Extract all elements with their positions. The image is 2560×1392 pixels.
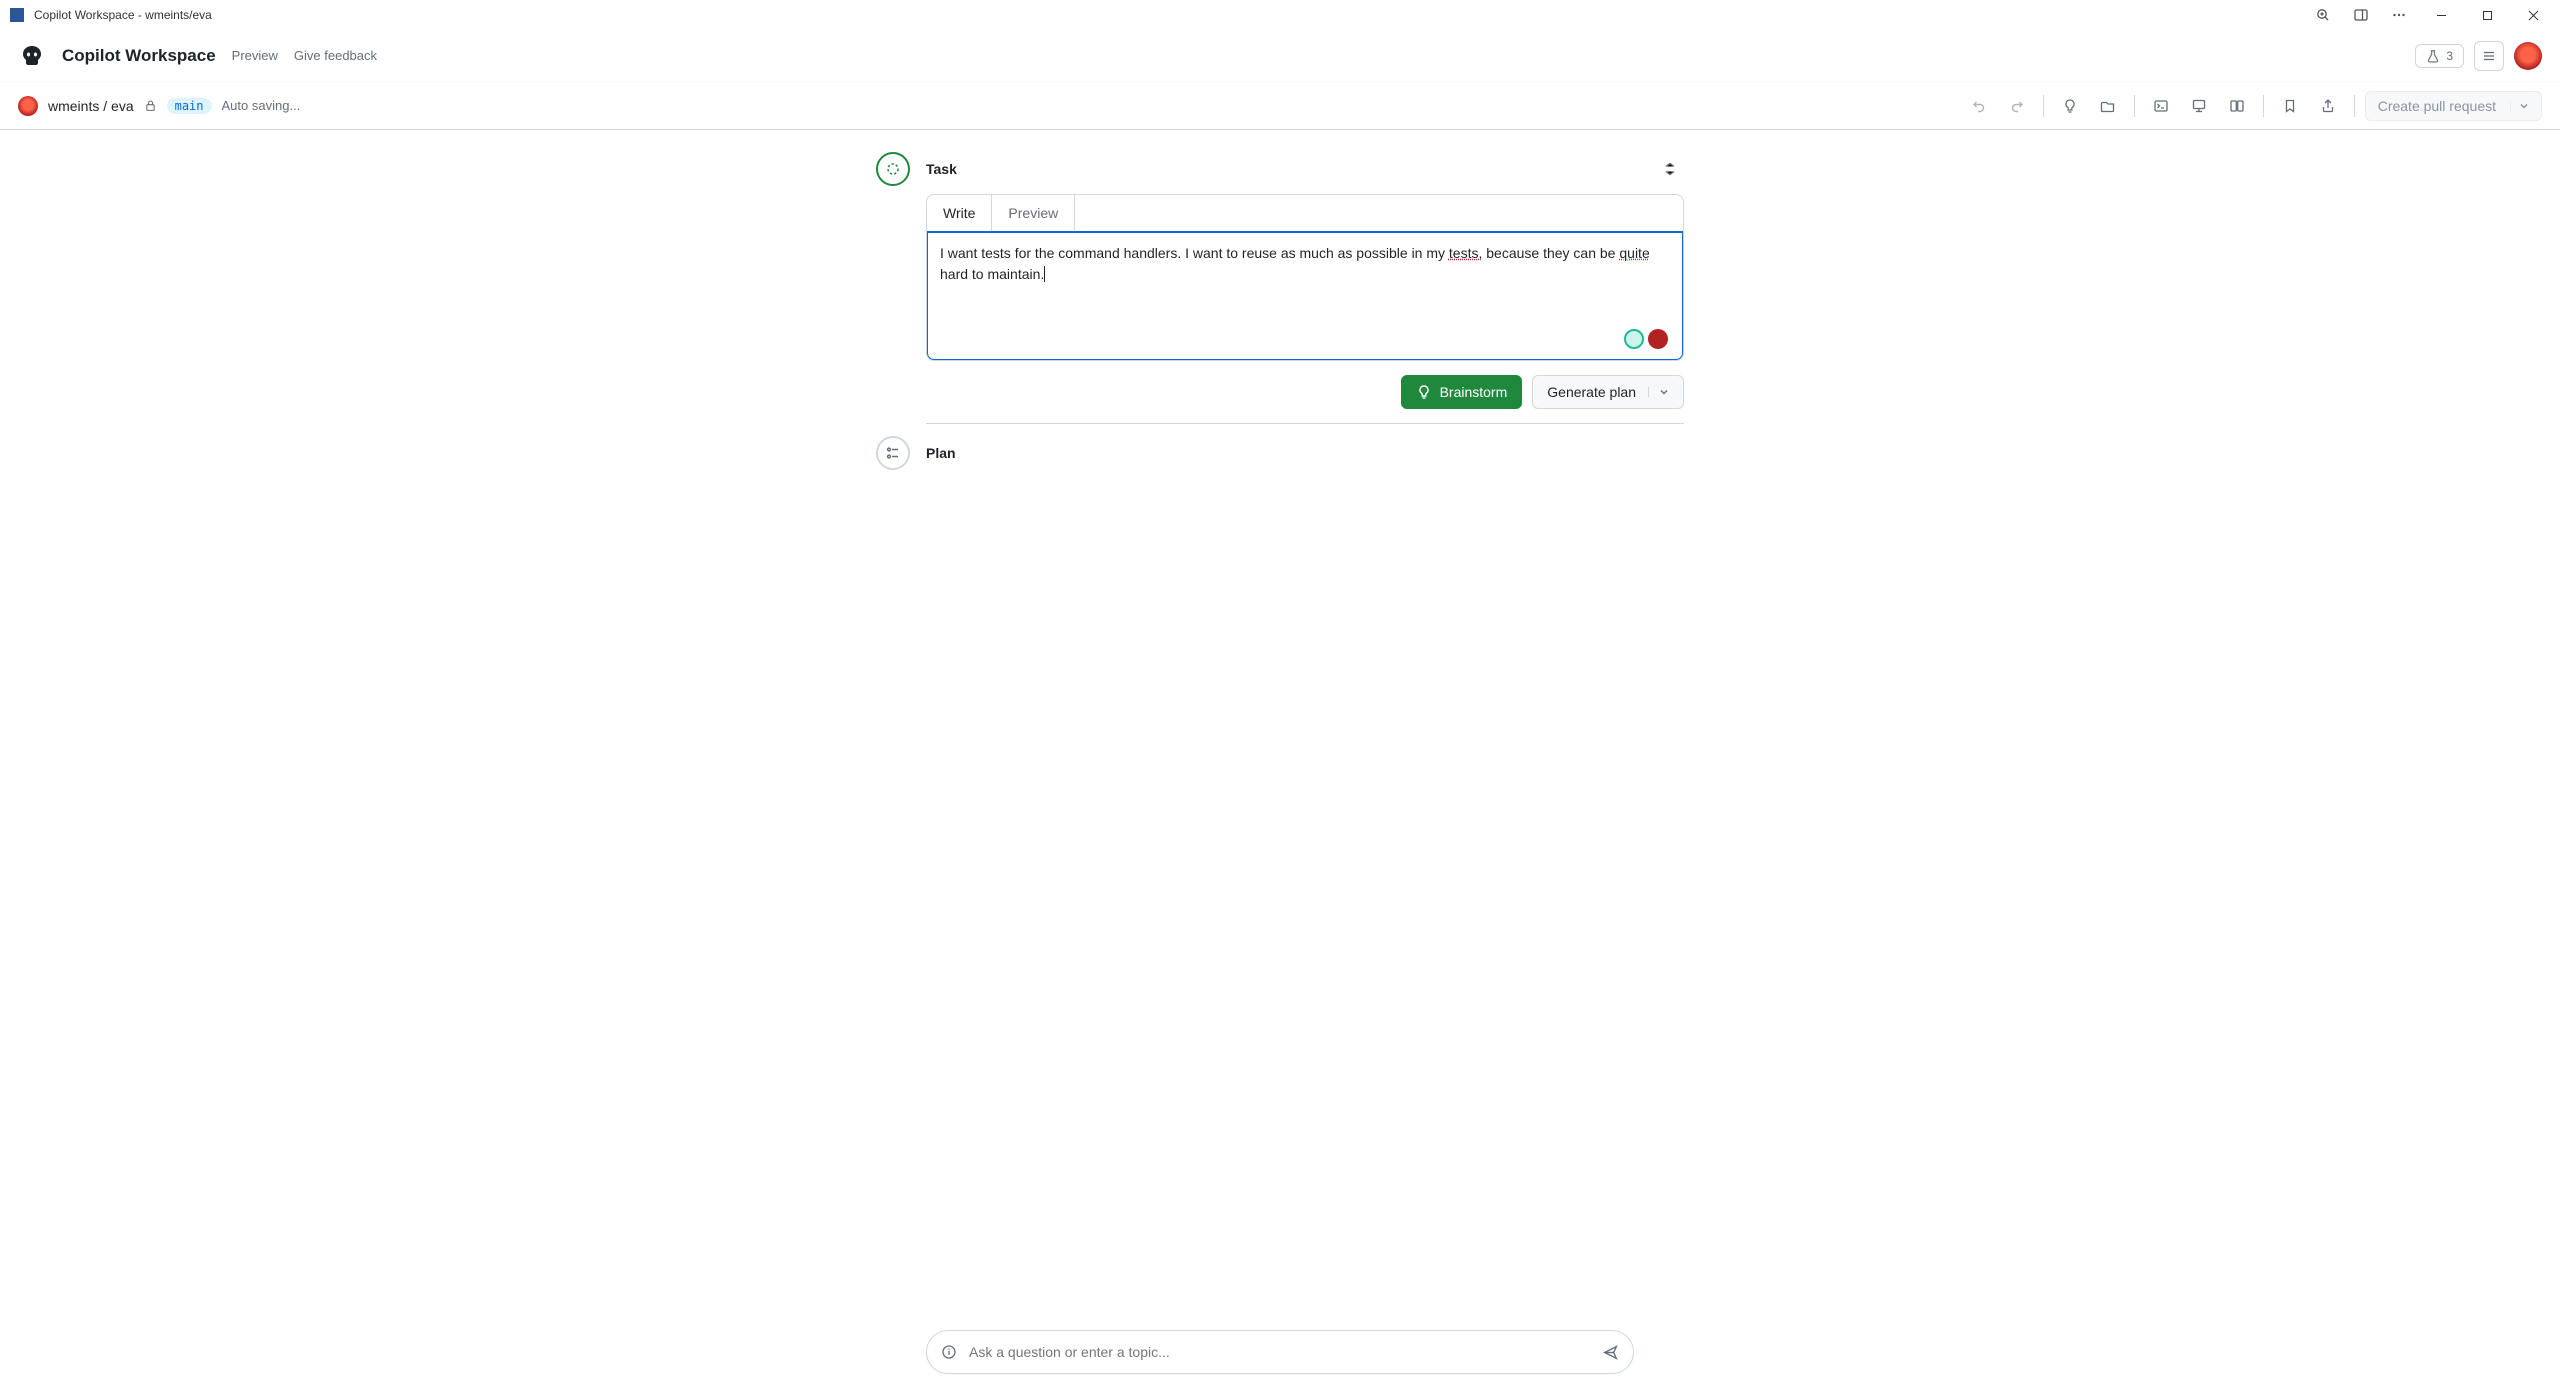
assist-indicator-icon[interactable] <box>1624 329 1644 349</box>
create-pull-request-label: Create pull request <box>2378 98 2496 114</box>
share-button[interactable] <box>2312 91 2344 121</box>
text-cursor <box>1044 266 1045 282</box>
redo-button[interactable] <box>2001 91 2033 121</box>
copilot-logo-icon <box>18 42 46 70</box>
window-maximize-button[interactable] <box>2464 0 2510 30</box>
task-node-icon <box>876 152 910 186</box>
editor-indicators <box>1624 329 1668 349</box>
task-card: Write Preview I want tests for the comma… <box>926 194 1684 361</box>
tab-write[interactable]: Write <box>927 195 992 231</box>
window-title: Copilot Workspace - wmeints/eva <box>34 8 212 22</box>
ask-input[interactable] <box>969 1344 1590 1360</box>
more-icon[interactable] <box>2380 0 2418 30</box>
generate-plan-button[interactable]: Generate plan <box>1532 375 1684 409</box>
repo-owner-avatar <box>18 96 38 116</box>
task-tabs: Write Preview <box>927 195 1683 232</box>
undo-button[interactable] <box>1963 91 1995 121</box>
experiments-button[interactable]: 3 <box>2415 44 2464 68</box>
diff-button[interactable] <box>2221 91 2253 121</box>
task-editor[interactable]: I want tests for the command handlers. I… <box>926 231 1684 361</box>
zoom-icon[interactable] <box>2304 0 2342 30</box>
app-window-icon <box>10 8 24 22</box>
chevron-down-icon[interactable] <box>2510 101 2529 111</box>
brainstorm-button[interactable]: Brainstorm <box>1401 375 1523 409</box>
brand-title: Copilot Workspace <box>62 46 216 66</box>
toolbar-separator <box>2134 95 2135 117</box>
brainstorm-label: Brainstorm <box>1440 384 1508 400</box>
repo-name[interactable]: eva <box>111 98 134 114</box>
window-titlebar: Copilot Workspace - wmeints/eva <box>0 0 2560 30</box>
branch-badge[interactable]: main <box>167 98 212 114</box>
record-indicator-icon[interactable] <box>1648 329 1668 349</box>
task-text-content[interactable]: I want tests for the command handlers. I… <box>940 243 1670 303</box>
plan-section-title: Plan <box>926 445 1684 461</box>
chevron-down-icon[interactable] <box>1648 387 1669 397</box>
task-section-header: Task <box>876 140 1684 194</box>
main-content: Task Write Preview I want tests for the … <box>0 130 2560 1392</box>
user-avatar[interactable] <box>2514 42 2542 70</box>
codespaces-button[interactable] <box>2183 91 2215 121</box>
collapse-button[interactable] <box>1656 155 1684 183</box>
task-section-title: Task <box>926 161 1640 177</box>
plan-node-icon <box>876 436 910 470</box>
repo-toolbar: wmeints / eva main Auto saving... <box>0 82 2560 130</box>
save-status: Auto saving... <box>222 98 301 113</box>
repo-owner[interactable]: wmeints <box>48 98 99 114</box>
window-minimize-button[interactable] <box>2418 0 2464 30</box>
give-feedback-link[interactable]: Give feedback <box>294 48 377 63</box>
task-actions: Brainstorm Generate plan <box>926 375 1684 409</box>
tab-preview[interactable]: Preview <box>992 195 1075 231</box>
window-close-button[interactable] <box>2510 0 2556 30</box>
files-button[interactable] <box>2092 91 2124 121</box>
toolbar-separator <box>2263 95 2264 117</box>
app-header: Copilot Workspace Preview Give feedback … <box>0 30 2560 82</box>
bookmark-button[interactable] <box>2274 91 2306 121</box>
create-pull-request-button[interactable]: Create pull request <box>2365 91 2542 121</box>
repo-breadcrumb[interactable]: wmeints / eva <box>48 98 134 114</box>
plan-section-header: Plan <box>876 424 1684 478</box>
toolbar-separator <box>2043 95 2044 117</box>
preview-badge: Preview <box>232 48 278 63</box>
panel-toggle-icon[interactable] <box>2342 0 2380 30</box>
terminal-button[interactable] <box>2145 91 2177 121</box>
ask-bar[interactable] <box>926 1330 1634 1374</box>
toolbar-separator <box>2354 95 2355 117</box>
experiments-count: 3 <box>2446 49 2453 63</box>
send-icon[interactable] <box>1602 1344 1619 1361</box>
idea-button[interactable] <box>2054 91 2086 121</box>
info-icon[interactable] <box>941 1344 957 1360</box>
lock-icon <box>144 99 157 112</box>
hamburger-menu-button[interactable] <box>2474 41 2504 71</box>
generate-plan-label: Generate plan <box>1547 384 1636 400</box>
